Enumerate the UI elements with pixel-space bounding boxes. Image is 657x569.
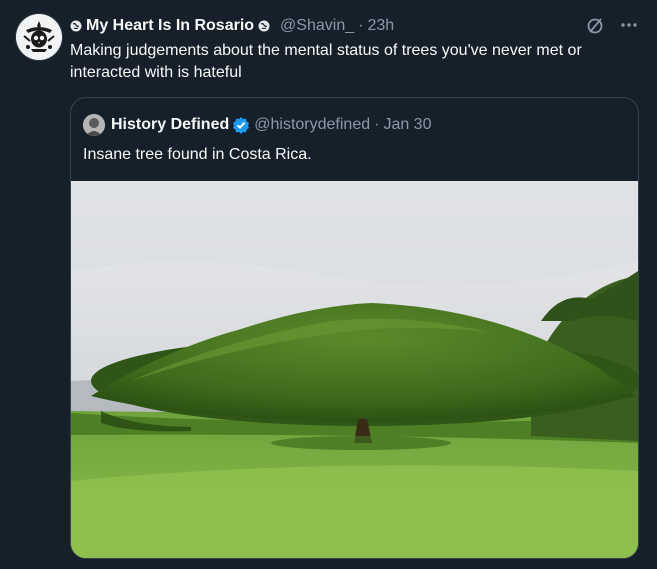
- tweet[interactable]: My Heart Is In Rosario @Shavin_ · 23h Ma…: [0, 0, 657, 569]
- separator-dot: ·: [374, 116, 380, 133]
- quoted-author-handle[interactable]: @historydefined: [254, 116, 370, 134]
- separator-dot: ·: [358, 17, 364, 34]
- quoted-author-avatar[interactable]: [83, 114, 105, 136]
- tweet-header: My Heart Is In Rosario @Shavin_ · 23h: [70, 15, 394, 37]
- more-horizontal-icon[interactable]: [619, 15, 639, 35]
- verified-badge-icon: [232, 116, 250, 134]
- author-display-name[interactable]: My Heart Is In Rosario: [86, 17, 254, 35]
- globe-icon: [70, 20, 82, 32]
- quoted-tweet-text: Insane tree found in Costa Rica.: [83, 146, 312, 163]
- author-handle[interactable]: @Shavin_: [280, 17, 354, 35]
- quoted-tweet-header: History Defined @historydefined · Jan 30: [83, 114, 431, 136]
- quoted-tweet-photo[interactable]: [71, 181, 638, 558]
- tweet-actions: [585, 15, 639, 35]
- tweet-timestamp[interactable]: 23h: [367, 17, 394, 35]
- skull-crest-icon: [16, 14, 62, 60]
- quoted-tweet-date[interactable]: Jan 30: [383, 116, 431, 134]
- quoted-tweet[interactable]: History Defined @historydefined · Jan 30…: [70, 97, 639, 559]
- globe-icon: [258, 20, 270, 32]
- author-avatar[interactable]: [16, 14, 62, 60]
- quoted-author-display-name[interactable]: History Defined: [111, 116, 229, 134]
- slash-circle-icon[interactable]: [585, 15, 605, 35]
- tweet-text: Making judgements about the mental statu…: [70, 42, 582, 81]
